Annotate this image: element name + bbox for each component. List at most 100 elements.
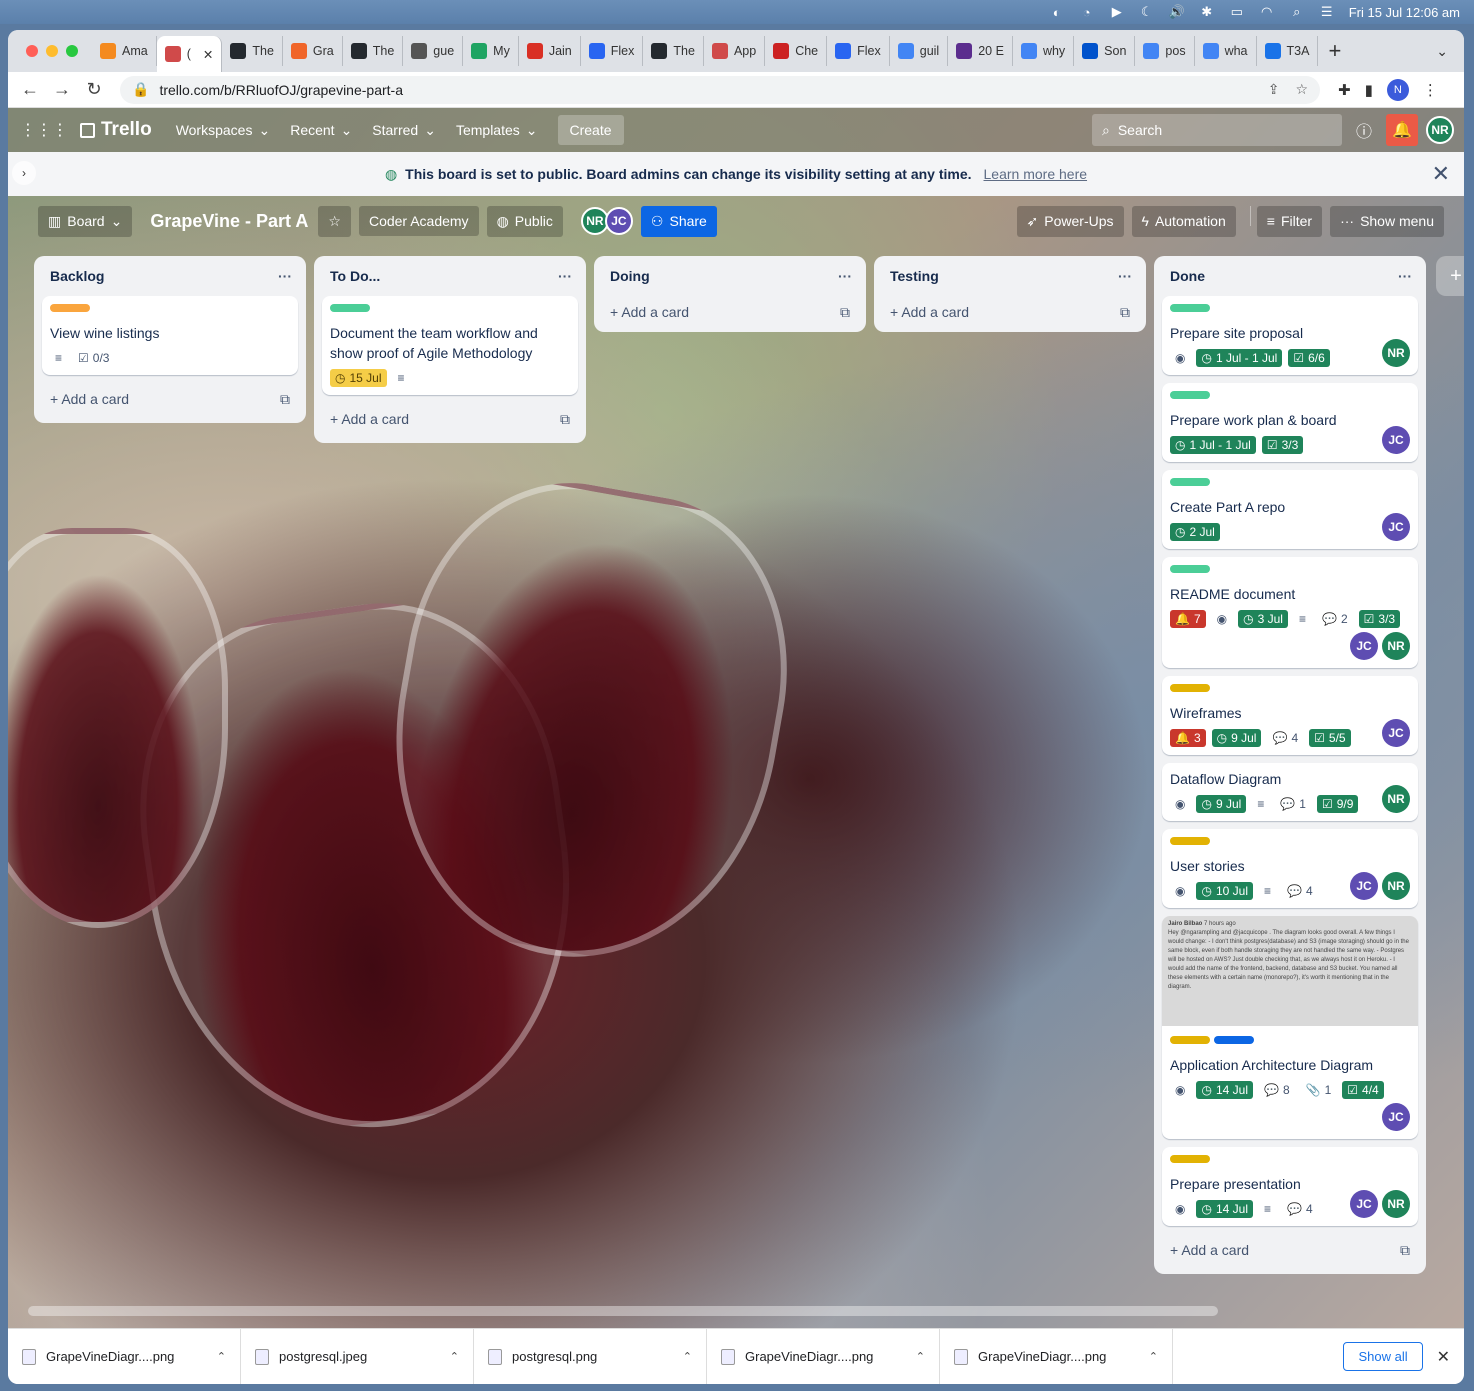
card[interactable]: Prepare site proposal ◉ ◷ 1 Jul - 1 Jul ☑… [1162, 296, 1418, 375]
close-window-button[interactable] [26, 45, 38, 57]
new-tab-button[interactable]: + [1328, 38, 1341, 64]
add-list-button[interactable]: + [1436, 256, 1464, 296]
automation-button[interactable]: ϟ Automation [1131, 205, 1236, 237]
back-button[interactable]: ← [14, 79, 46, 100]
show-all-downloads-button[interactable]: Show all [1343, 1342, 1423, 1371]
browser-tab[interactable]: Gra [283, 36, 343, 66]
card-member-avatar[interactable]: NR [1382, 339, 1410, 367]
label-yellow[interactable] [1170, 1036, 1210, 1044]
list-menu-icon[interactable]: ··· [278, 268, 292, 284]
minimize-window-button[interactable] [46, 45, 58, 57]
browser-tab[interactable]: Son [1074, 36, 1136, 66]
card-member-avatar[interactable]: NR [1382, 785, 1410, 813]
card[interactable]: Prepare presentation ◉ ◷ 14 Jul ≡ 💬 4 JC N… [1162, 1147, 1418, 1226]
star-board-button[interactable]: ☆ [318, 205, 351, 237]
search-input[interactable]: ⌕ Search [1092, 114, 1342, 146]
due-date-badge[interactable]: ◷ 1 Jul - 1 Jul [1170, 436, 1256, 454]
learn-more-link[interactable]: Learn more here [984, 166, 1088, 182]
card[interactable]: View wine listings ≡ ☑ 0/3 [42, 296, 298, 375]
menubar-clock[interactable]: Fri 15 Jul 12:06 am [1349, 5, 1460, 20]
download-item[interactable]: GrapeVineDiagr....png ⌃ [8, 1328, 241, 1384]
sync-icon[interactable]: ◔ [1079, 4, 1095, 20]
sidebar-expand-chevron-icon[interactable]: › [12, 161, 36, 185]
label-yellow[interactable] [1170, 1155, 1210, 1163]
list-menu-icon[interactable]: ··· [1118, 268, 1132, 284]
browser-tab[interactable]: My [463, 36, 519, 66]
card-member-avatar[interactable]: JC [1382, 1103, 1410, 1131]
due-date-badge[interactable]: ◷ 1 Jul - 1 Jul [1196, 349, 1283, 367]
due-date-badge[interactable]: ◷ 9 Jul [1211, 729, 1262, 747]
filter-button[interactable]: ≡ Filter [1256, 205, 1323, 237]
info-icon[interactable]: ⓘ [1348, 114, 1380, 146]
chevron-up-icon[interactable]: ⌃ [683, 1350, 692, 1363]
card[interactable]: README document 🔔 7 ◉ ◷ 3 Jul ≡ 💬 2 ☑ 3/3 JC… [1162, 557, 1418, 668]
browser-tab[interactable]: Flex [581, 36, 644, 66]
card[interactable]: Jairo Bilbao 7 hours ago Hey @ngaramplin… [1162, 916, 1418, 1139]
power-ups-button[interactable]: ➶ Power-Ups [1016, 205, 1124, 237]
address-bar[interactable]: 🔒 trello.com/b/RRluofOJ/grapevine-part-a… [120, 75, 1320, 104]
volume-icon[interactable]: 🔊 [1169, 4, 1185, 20]
card-template-icon[interactable]: ⧉ [840, 304, 850, 321]
list-title[interactable]: Doing [610, 268, 650, 284]
browser-tab[interactable]: Che [765, 36, 828, 66]
app-icon[interactable]: ◐ [1049, 4, 1065, 20]
label-green[interactable] [1170, 304, 1210, 312]
label-blue[interactable] [1214, 1036, 1254, 1044]
label-green[interactable] [330, 304, 370, 312]
list-title[interactable]: Done [1170, 268, 1205, 284]
download-item[interactable]: GrapeVineDiagr....png ⌃ [707, 1328, 940, 1384]
browser-tab[interactable]: The [643, 36, 704, 66]
close-icon[interactable]: ✕ [1432, 161, 1450, 187]
card[interactable]: Prepare work plan & board ◷ 1 Jul - 1 Jul… [1162, 383, 1418, 462]
reload-button[interactable]: ↻ [78, 79, 110, 100]
extensions-puzzle-icon[interactable]: ✚ [1338, 81, 1351, 99]
chevron-up-icon[interactable]: ⌃ [1149, 1350, 1158, 1363]
list-menu-icon[interactable]: ··· [1398, 268, 1412, 284]
browser-tab[interactable]: Ama [92, 36, 157, 66]
moon-icon[interactable]: ☾ [1139, 4, 1155, 20]
add-card-button[interactable]: + Add a card ⧉ [882, 296, 1138, 328]
download-item[interactable]: postgresql.png ⌃ [474, 1328, 707, 1384]
wifi-icon[interactable]: ◠ [1259, 4, 1275, 20]
battery-icon[interactable]: ▭ [1229, 4, 1245, 20]
card-member-avatar[interactable]: NR [1382, 872, 1410, 900]
browser-tab[interactable]: pos [1135, 36, 1195, 66]
card-member-avatar[interactable]: NR [1382, 1190, 1410, 1218]
close-icon[interactable]: ✕ [1437, 1347, 1450, 1367]
board-title[interactable]: GrapeVine - Part A [150, 211, 308, 232]
due-date-badge[interactable]: ◷ 3 Jul [1238, 610, 1288, 628]
share-button[interactable]: ⚇ Share [640, 205, 717, 237]
show-menu-button[interactable]: ··· Show menu [1330, 205, 1444, 237]
due-date-badge[interactable]: ◷ 2 Jul [1170, 523, 1220, 541]
browser-tab[interactable]: Flex [827, 36, 890, 66]
play-icon[interactable]: ▶ [1109, 4, 1125, 20]
card-member-avatar[interactable]: JC [1382, 719, 1410, 747]
browser-tab[interactable]: (✕ [156, 36, 223, 72]
board-member-avatar[interactable]: JC [604, 207, 633, 235]
label-orange[interactable] [50, 304, 90, 312]
add-card-button[interactable]: + Add a card ⧉ [322, 403, 578, 435]
card[interactable]: Document the team workflow and show proo… [322, 296, 578, 395]
tab-search-chevron-icon[interactable]: ⌄ [1436, 43, 1448, 60]
share-page-icon[interactable]: ⇪ [1268, 81, 1280, 98]
add-card-button[interactable]: + Add a card ⧉ [42, 383, 298, 415]
browser-tab[interactable]: Jain [519, 36, 581, 66]
download-item[interactable]: postgresql.jpeg ⌃ [241, 1328, 474, 1384]
visibility-button[interactable]: ◍ Public [486, 205, 563, 237]
chevron-up-icon[interactable]: ⌃ [916, 1350, 925, 1363]
horizontal-scrollbar[interactable] [28, 1306, 1218, 1316]
browser-menu-icon[interactable]: ⋮ [1423, 81, 1438, 99]
forward-button[interactable]: → [46, 79, 78, 100]
list-menu-icon[interactable]: ··· [838, 268, 852, 284]
list-title[interactable]: Testing [890, 268, 939, 284]
app-switcher-icon[interactable]: ⋮⋮⋮ [20, 120, 68, 140]
close-tab-icon[interactable]: ✕ [203, 47, 213, 62]
notifications-bell-icon[interactable]: 🔔 [1386, 114, 1418, 146]
create-button[interactable]: Create [557, 115, 624, 145]
card-template-icon[interactable]: ⧉ [560, 411, 570, 428]
list-title[interactable]: Backlog [50, 268, 104, 284]
card-member-avatar[interactable]: JC [1350, 632, 1378, 660]
due-date-badge[interactable]: ◷ 10 Jul [1196, 882, 1253, 900]
browser-tab[interactable]: 20 E [948, 36, 1013, 66]
card-member-avatar[interactable]: JC [1382, 513, 1410, 541]
